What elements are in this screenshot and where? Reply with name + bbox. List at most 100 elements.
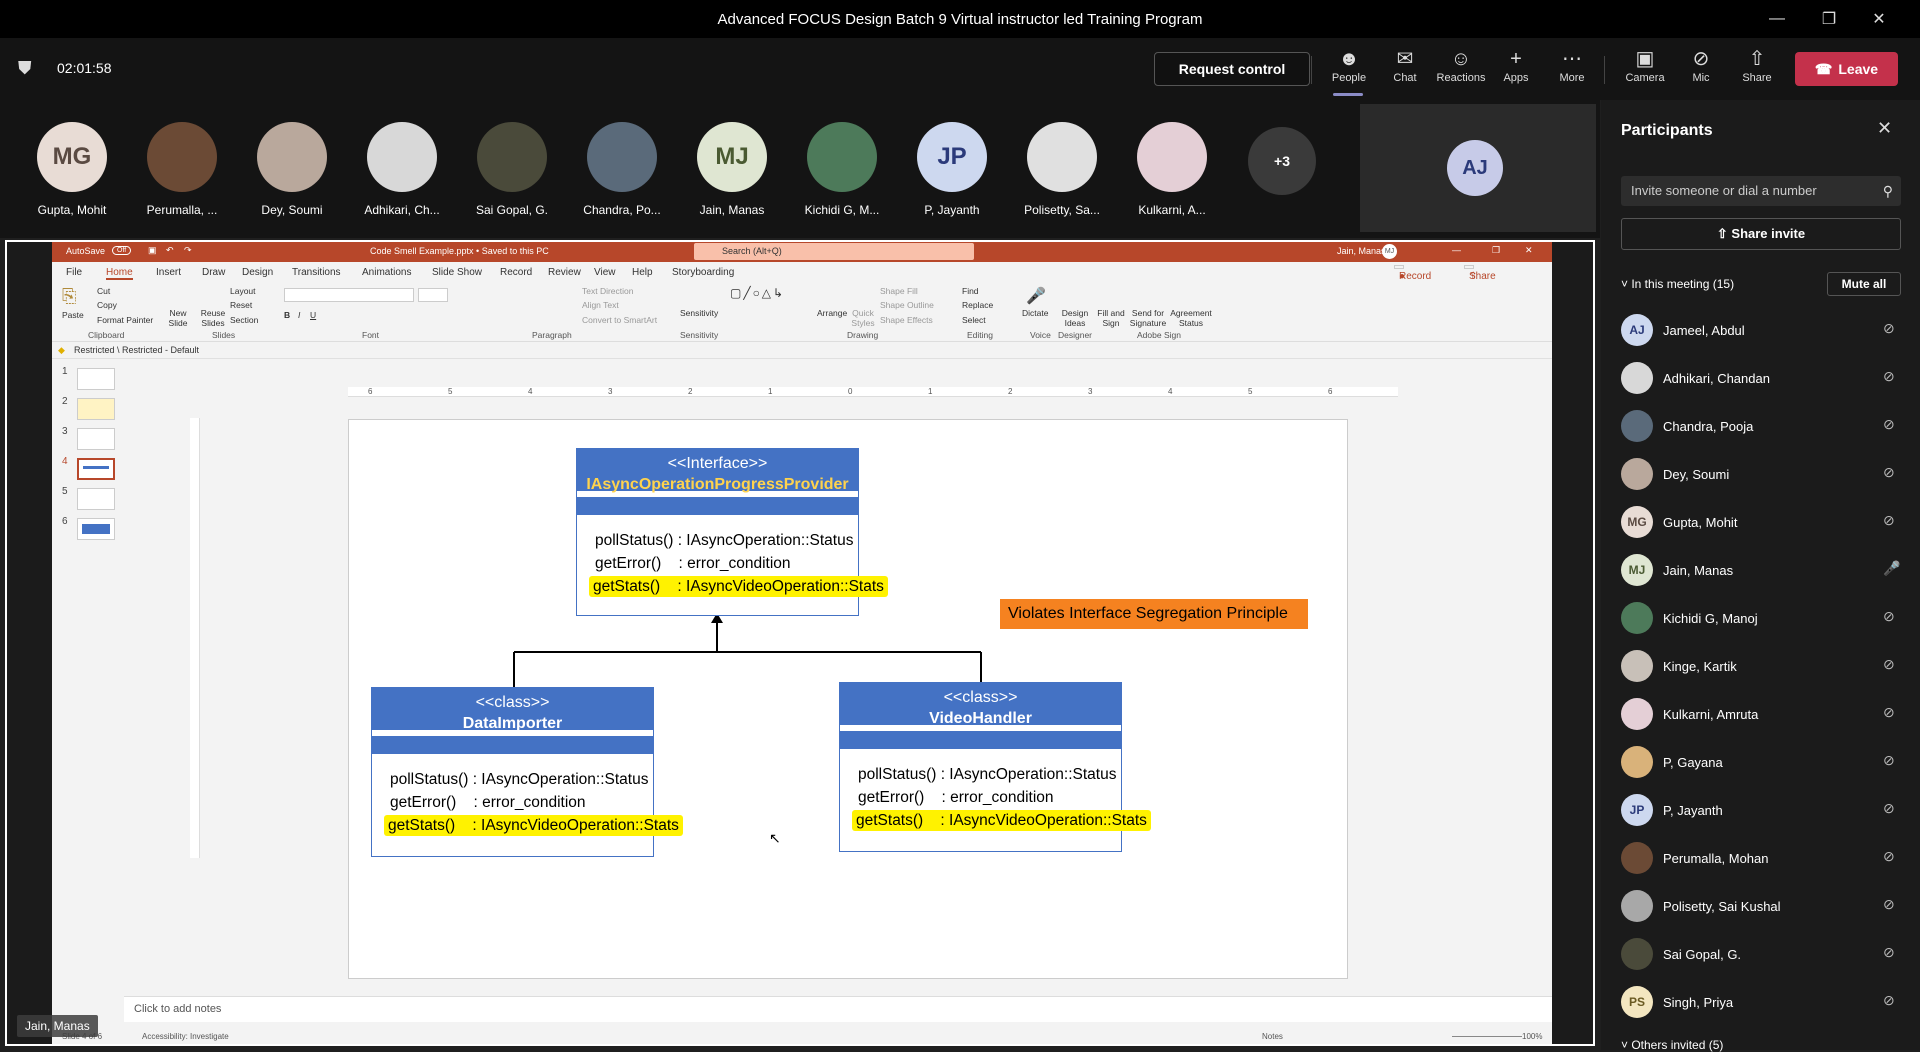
participant-tile[interactable]: Dey, Soumi	[237, 122, 347, 217]
class-box-videohandler[interactable]: <<class>> VideoHandler pollStatus() : IA…	[839, 682, 1151, 852]
accessibility-status[interactable]: Accessibility: Investigate	[142, 1032, 229, 1041]
participant-tile[interactable]: Adhikari, Ch...	[347, 122, 457, 217]
participant-tile[interactable]: Kulkarni, A...	[1117, 122, 1227, 217]
tab-draw[interactable]: Draw	[202, 267, 225, 278]
chat-button[interactable]: ✉ Chat	[1378, 46, 1432, 94]
agreement-status-button[interactable]: Agreement Status	[1170, 308, 1212, 328]
bold-icon[interactable]: B	[284, 310, 290, 320]
tab-home[interactable]: Home	[106, 267, 133, 280]
quick-styles-button[interactable]: Quick Styles	[850, 308, 876, 328]
font-size-box[interactable]	[418, 288, 448, 302]
italic-icon[interactable]: I	[298, 310, 300, 320]
tab-design[interactable]: Design	[242, 267, 273, 278]
shape-effects-button[interactable]: Shape Effects	[880, 315, 933, 325]
convert-smartart-button[interactable]: Convert to SmartArt	[582, 315, 657, 325]
participant-tile[interactable]: Polisetty, Sa...	[1007, 122, 1117, 217]
participant-row[interactable]: Perumalla, Mohan ⊘	[1621, 838, 1906, 878]
search-icon[interactable]: ⚲	[1883, 176, 1893, 206]
tab-help[interactable]: Help	[632, 267, 653, 278]
search-box[interactable]: Search (Alt+Q)	[694, 243, 974, 260]
shapes-gallery[interactable]: ▢╱○△↳	[730, 286, 785, 300]
participant-row[interactable]: Kulkarni, Amruta ⊘	[1621, 694, 1906, 734]
tab-animations[interactable]: Animations	[362, 267, 411, 278]
close-window-icon[interactable]: ✕	[1525, 245, 1533, 256]
close-panel-icon[interactable]: ✕	[1877, 118, 1892, 139]
underline-icon[interactable]: U	[310, 310, 316, 320]
select-button[interactable]: Select	[962, 315, 986, 325]
restore-icon[interactable]: ❐	[1806, 0, 1852, 38]
section-button[interactable]: Section	[230, 315, 258, 325]
tab-record[interactable]: Record	[500, 267, 532, 278]
new-slide-button[interactable]: New Slide	[164, 308, 192, 328]
participant-row[interactable]: Kinge, Kartik ⊘	[1621, 646, 1906, 686]
leave-button[interactable]: ☎ Leave	[1795, 52, 1898, 86]
participant-row[interactable]: Dey, Soumi ⊘	[1621, 454, 1906, 494]
dictate-button[interactable]: Dictate	[1022, 308, 1048, 318]
close-window-icon[interactable]: ✕	[1856, 0, 1902, 38]
user-avatar[interactable]: MJ	[1382, 244, 1397, 259]
reset-button[interactable]: Reset	[230, 300, 252, 310]
overflow-tile[interactable]: +3	[1227, 127, 1337, 195]
design-ideas-button[interactable]: Design Ideas	[1060, 308, 1090, 328]
participant-row[interactable]: AJ Jameel, Abdul ⊘	[1621, 310, 1906, 350]
reactions-button[interactable]: ☺ Reactions	[1434, 46, 1488, 94]
slide-thumbnail[interactable]	[77, 368, 115, 390]
participant-row[interactable]: Polisetty, Sai Kushal ⊘	[1621, 886, 1906, 926]
font-name-box[interactable]	[284, 288, 414, 302]
participant-row[interactable]: Kichidi G, Manoj ⊘	[1621, 598, 1906, 638]
minimize-icon[interactable]: —	[1452, 245, 1461, 255]
participant-row[interactable]: P, Gayana ⊘	[1621, 742, 1906, 782]
reuse-slides-button[interactable]: Reuse Slides	[198, 308, 228, 328]
participant-row[interactable]: MG Gupta, Mohit ⊘	[1621, 502, 1906, 542]
participant-tile[interactable]: MG Gupta, Mohit	[17, 122, 127, 217]
zoom-level[interactable]: 100%	[1522, 1032, 1542, 1041]
format-painter-button[interactable]: Format Painter	[97, 315, 153, 325]
participant-row[interactable]: PS Singh, Priya ⊘	[1621, 982, 1906, 1022]
camera-button[interactable]: ▣ Camera	[1618, 46, 1672, 94]
invite-input[interactable]: Invite someone or dial a number ⚲	[1621, 176, 1901, 206]
find-button[interactable]: Find	[962, 286, 979, 296]
redo-icon[interactable]: ↷	[184, 245, 192, 256]
participant-row[interactable]: MJ Jain, Manas 🎤	[1621, 550, 1906, 590]
tab-storyboarding[interactable]: Storyboarding	[672, 267, 734, 278]
autosave-toggle[interactable]: Off	[112, 246, 132, 255]
participant-tile[interactable]: Kichidi G, M...	[787, 122, 897, 217]
minimize-icon[interactable]: —	[1754, 0, 1800, 38]
save-icon[interactable]: ▣	[148, 245, 157, 256]
undo-icon[interactable]: ↶	[166, 245, 174, 256]
violation-note[interactable]: Violates Interface Segregation Principle	[1000, 599, 1308, 629]
slide-thumbnail[interactable]	[77, 488, 115, 510]
tab-insert[interactable]: Insert	[156, 267, 181, 278]
tab-view[interactable]: View	[594, 267, 616, 278]
participant-tile[interactable]: JP P, Jayanth	[897, 122, 1007, 217]
cut-button[interactable]: Cut	[97, 286, 110, 296]
fill-sign-button[interactable]: Fill and Sign	[1096, 308, 1126, 328]
request-control-button[interactable]: Request control	[1154, 52, 1310, 86]
in-meeting-header[interactable]: ˅ In this meeting (15)	[1621, 277, 1734, 291]
participant-row[interactable]: Sai Gopal, G. ⊘	[1621, 934, 1906, 974]
tab-transitions[interactable]: Transitions	[292, 267, 341, 278]
shape-fill-button[interactable]: Shape Fill	[880, 286, 918, 296]
participant-tile[interactable]: Sai Gopal, G.	[457, 122, 567, 217]
layout-button[interactable]: Layout	[230, 286, 256, 296]
align-text-button[interactable]: Align Text	[582, 300, 619, 310]
mic-button[interactable]: ⊘ Mic	[1674, 46, 1728, 94]
arrange-button[interactable]: Arrange	[817, 308, 847, 318]
share-button[interactable]: ⇧ Share	[1730, 46, 1784, 94]
participant-row[interactable]: JP P, Jayanth ⊘	[1621, 790, 1906, 830]
sensitivity-button[interactable]: Sensitivity	[680, 308, 718, 318]
slide-thumbnail-active[interactable]	[77, 458, 115, 480]
sensitivity-label[interactable]: Restricted \ Restricted - Default	[74, 345, 199, 355]
class-box-dataimporter[interactable]: <<class>> DataImporter pollStatus() : IA…	[371, 687, 683, 857]
text-direction-button[interactable]: Text Direction	[582, 286, 634, 296]
notes-pane[interactable]: Click to add notes	[124, 996, 1552, 1022]
participant-tile[interactable]: Chandra, Po...	[567, 122, 677, 217]
participant-row[interactable]: Chandra, Pooja ⊘	[1621, 406, 1906, 446]
paste-button[interactable]: Paste	[62, 310, 84, 320]
tab-review[interactable]: Review	[548, 267, 581, 278]
restore-icon[interactable]: ❐	[1492, 245, 1500, 256]
send-signature-button[interactable]: Send for Signature	[1128, 308, 1168, 328]
dictate-icon[interactable]: 🎤	[1026, 286, 1046, 306]
interface-box[interactable]: <<Interface>> IAsyncOperationProgressPro…	[576, 448, 888, 616]
shape-outline-button[interactable]: Shape Outline	[880, 300, 934, 310]
